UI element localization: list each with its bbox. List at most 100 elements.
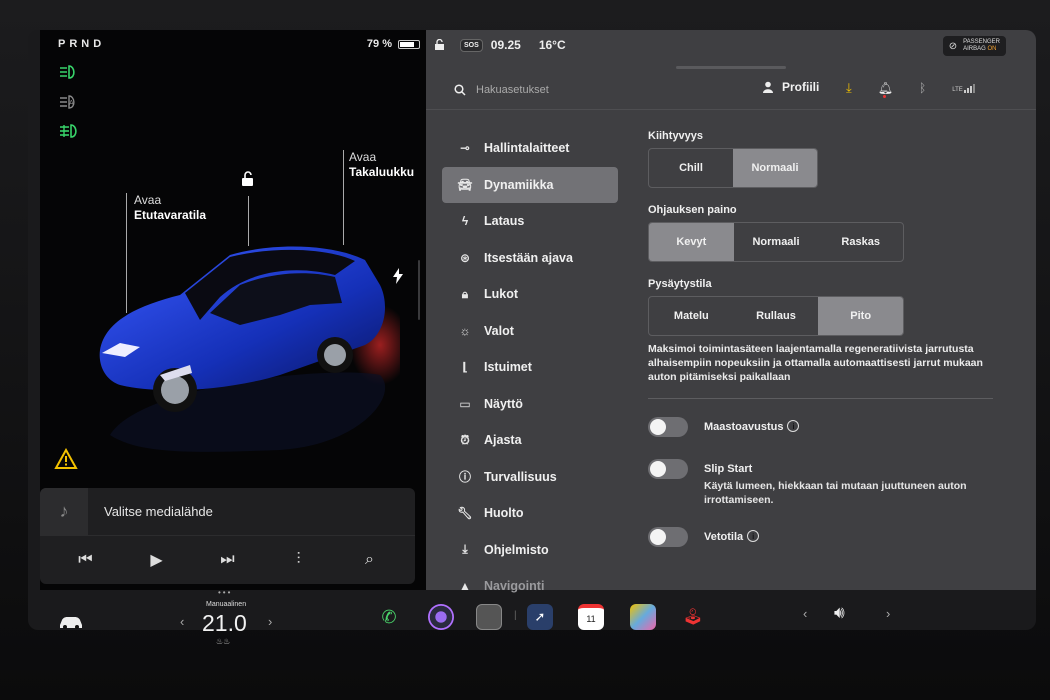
- drag-handle[interactable]: [676, 66, 786, 69]
- acceleration-option[interactable]: Normaali: [733, 149, 817, 187]
- sidebar-item-itsestään-ajava[interactable]: ⊛ Itsestään ajava: [442, 240, 618, 277]
- lock-status-icon[interactable]: [434, 39, 446, 51]
- music-note-icon: ♪: [40, 488, 88, 536]
- unlock-icon[interactable]: [240, 171, 256, 187]
- sidebar-item-label: Dynamiikka: [484, 177, 554, 192]
- sos-icon[interactable]: SOS: [460, 38, 483, 52]
- airbag-on-label: ON: [987, 46, 997, 52]
- bell-icon[interactable]: 🔔︎: [878, 81, 893, 98]
- offroad-info-icon[interactable]: i: [787, 420, 800, 432]
- sidebar-item-label: Ajasta: [484, 433, 522, 448]
- lte-label: LTE: [952, 86, 963, 93]
- open-frunk-callout[interactable]: Avaa Etutavaratila: [134, 193, 206, 223]
- temp-down-icon[interactable]: ‹: [180, 614, 184, 629]
- top-status-icons: ⤓ 🔔︎ ᛒ LTE: [846, 80, 975, 98]
- slip-start-label: Slip Start: [704, 463, 753, 475]
- arcade-joystick-icon[interactable]: 🕹︎: [680, 604, 706, 630]
- sidebar-item-valot[interactable]: ☼ Valot: [442, 313, 618, 350]
- steering-wheel-icon: ⊛: [459, 250, 471, 265]
- media-source-row[interactable]: ♪ Valitse medialähde: [40, 488, 415, 536]
- sidebar-item-huolto[interactable]: 🔧︎ Huolto: [442, 495, 618, 532]
- settings-panel: SOS 09.25 16°C ⊘ PASSENGER AIRBAG ON Hak…: [426, 30, 1036, 593]
- steering-label: Ohjauksen paino: [648, 204, 737, 216]
- car-model-image: [99, 246, 400, 452]
- sidebar-item-lukot[interactable]: 🔒︎ Lukot: [442, 276, 618, 313]
- phone-icon[interactable]: ✆: [376, 604, 402, 630]
- slip-start-toggle[interactable]: [648, 459, 688, 479]
- dock-separator: |: [514, 610, 517, 621]
- search-input[interactable]: Hakuasetukset: [476, 84, 549, 96]
- sidebar-item-ajasta[interactable]: ⏰︎ Ajasta: [442, 422, 618, 459]
- sidebar-item-dynamiikka[interactable]: 🚘︎ Dynamiikka: [442, 166, 618, 203]
- temp-up-icon[interactable]: ›: [268, 614, 272, 629]
- volume-down-icon[interactable]: ‹: [803, 606, 807, 621]
- sidebar-item-label: Istuimet: [484, 360, 532, 375]
- warning-icon[interactable]: [54, 448, 78, 470]
- sidebar-item-turvallisuus[interactable]: ⓘ Turvallisuus: [442, 459, 618, 496]
- steering-selector: Kevyt Normaali Raskas: [648, 222, 904, 262]
- calendar-icon[interactable]: 11: [578, 604, 604, 630]
- towing-row: Vetotila i: [648, 527, 1008, 547]
- profile-label: Profiili: [782, 80, 820, 94]
- speaker-icon[interactable]: 🔊︎: [834, 603, 845, 623]
- auto-highbeam-icon: A: [60, 95, 75, 109]
- toybox-icon[interactable]: [630, 604, 656, 630]
- towing-toggle[interactable]: [648, 527, 688, 547]
- svg-text:A: A: [69, 100, 74, 107]
- headlight-icon: [60, 65, 75, 79]
- dynamics-settings: Kiihtyvyys Chill Normaali Ohjauksen paino…: [648, 130, 1008, 547]
- navigation-app-icon[interactable]: ➚: [527, 604, 553, 630]
- car-panel: PRND 79 % A Avaa Etutavaratila Avaa Taka…: [40, 30, 430, 590]
- sidebar-item-label: Hallintalaitteet: [484, 141, 570, 156]
- towing-label: Vetotila: [704, 531, 744, 543]
- sun-icon: ☼: [459, 323, 471, 338]
- stopmode-option[interactable]: Pito: [818, 297, 903, 335]
- seat-heat-icon[interactable]: ♨♨: [216, 637, 230, 646]
- toggle-icon: ⊸: [459, 141, 471, 156]
- car-icon: 🚘︎: [457, 177, 473, 192]
- climate-temperature[interactable]: 21.0: [202, 610, 247, 637]
- media-source-label: Valitse medialähde: [104, 504, 213, 519]
- car-panel-scrollbar[interactable]: [418, 260, 420, 320]
- callout-front-line1: Avaa: [134, 193, 162, 207]
- touchscreen: PRND 79 % A Avaa Etutavaratila Avaa Taka…: [28, 30, 1036, 630]
- stopmode-option[interactable]: Rullaus: [734, 297, 819, 335]
- camera-icon[interactable]: [428, 604, 454, 630]
- stop-mode-selector: Matelu Rullaus Pito: [648, 296, 904, 336]
- profile-button[interactable]: Profiili: [762, 80, 819, 94]
- download-update-icon[interactable]: ⤓: [846, 80, 852, 96]
- sidebar-item-näyttö[interactable]: ▭ Näyttö: [442, 386, 618, 423]
- page-dots: •••: [218, 588, 233, 597]
- car-icon[interactable]: [58, 614, 84, 630]
- steering-option[interactable]: Raskas: [818, 223, 903, 261]
- sidebar-item-label: Ohjelmisto: [484, 542, 549, 557]
- acceleration-option[interactable]: Chill: [649, 149, 733, 187]
- volume-up-icon[interactable]: ›: [886, 606, 890, 621]
- offroad-assist-toggle[interactable]: [648, 417, 688, 437]
- sidebar-item-ohjelmisto[interactable]: ⤓ Ohjelmisto: [442, 532, 618, 569]
- steering-option[interactable]: Normaali: [734, 223, 819, 261]
- person-icon: [763, 81, 773, 93]
- fog-light-icon: [60, 124, 77, 138]
- lte-signal-icon: LTE: [952, 83, 975, 93]
- slip-start-row: Slip Start Käytä lumeen, hiekkaan tai mu…: [648, 459, 1008, 507]
- open-trunk-callout[interactable]: Avaa Takaluukku: [349, 150, 414, 180]
- sidebar-item-istuimet[interactable]: ⌊ Istuimet: [442, 349, 618, 386]
- steering-option[interactable]: Kevyt: [649, 223, 734, 261]
- sidebar-item-hallintalaitteet[interactable]: ⊸ Hallintalaitteet: [442, 130, 618, 167]
- lock-icon: 🔒︎: [461, 286, 469, 301]
- airbag-line2: AIRBAG: [963, 46, 986, 52]
- dock-bar: ‹ › •••: [0, 566, 1050, 629]
- towing-info-icon[interactable]: i: [747, 530, 760, 542]
- bluetooth-icon[interactable]: ᛒ: [919, 81, 926, 95]
- gear-indicator: PRND: [58, 38, 106, 50]
- passenger-airbag-indicator: ⊘ PASSENGER AIRBAG ON: [942, 36, 1006, 56]
- airbag-line1: PASSENGER: [963, 39, 1000, 45]
- sidebar-item-label: Lukot: [484, 287, 519, 302]
- divider: [648, 398, 993, 399]
- search-icon[interactable]: [454, 83, 466, 96]
- app-launcher-icon[interactable]: [476, 604, 502, 630]
- stopmode-option[interactable]: Matelu: [649, 297, 734, 335]
- sidebar-item-lataus[interactable]: ϟ Lataus: [442, 203, 618, 240]
- download-icon: ⤓: [462, 542, 468, 557]
